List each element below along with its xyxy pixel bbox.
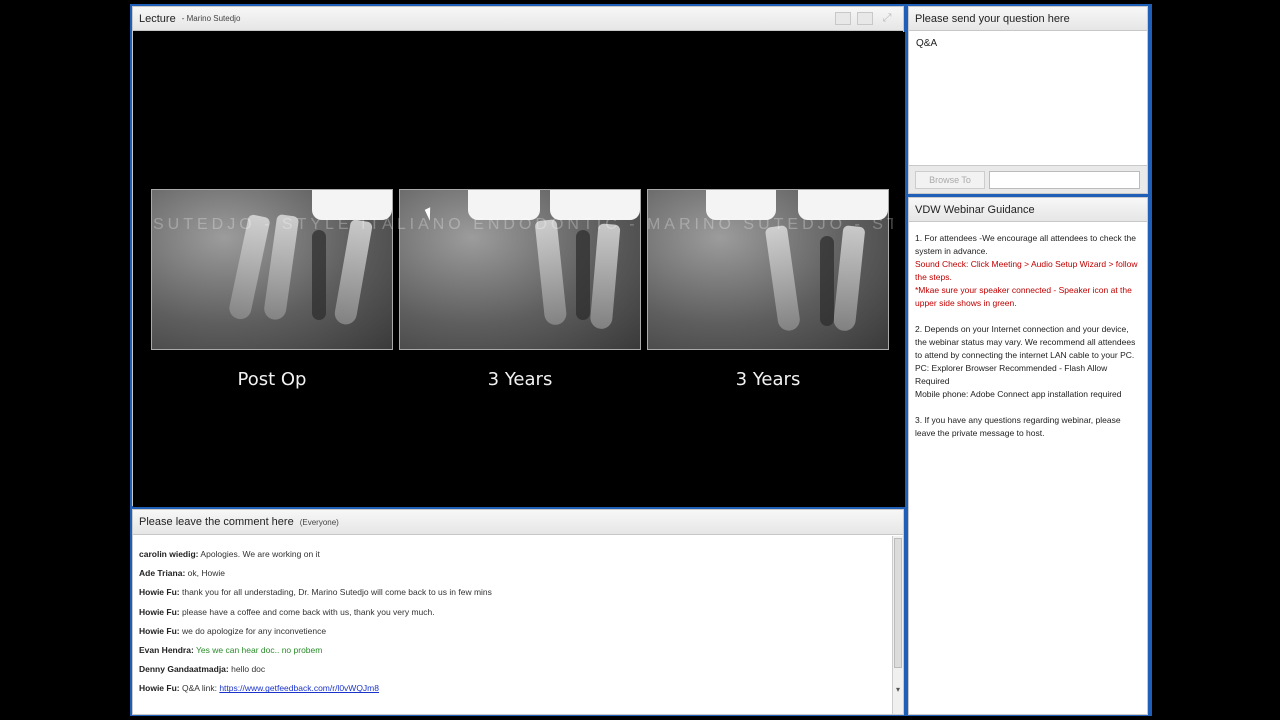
chat-message: Howie Fu: thank you for all understading… xyxy=(139,583,885,602)
xray-image-3-years-b xyxy=(647,189,889,350)
chat-text: Q&A link: xyxy=(181,683,217,694)
guidance-text: Mobile phone: Adobe Connect app installa… xyxy=(915,389,1122,399)
chat-text: hello doc xyxy=(231,664,266,675)
chat-message: Denny Gandaatmadja: hello doc xyxy=(139,660,885,679)
chat-text: we do apologize for any inconvetience xyxy=(181,625,327,636)
xray-image-3-years-a xyxy=(399,189,641,350)
scroll-down-icon[interactable]: ▾ xyxy=(893,685,903,694)
lecture-header: Lecture - Marino Sutedjo ⤢ xyxy=(133,7,903,31)
slide-caption-2: 3 Years xyxy=(487,369,553,390)
guidance-text: 2. Depends on your Internet connection a… xyxy=(915,324,1136,360)
chat-author: Ade Triana: xyxy=(139,568,186,579)
guidance-warning: Sound Check: Click Meeting > Audio Setup… xyxy=(915,259,1138,282)
xray-image-post-op xyxy=(151,189,393,350)
slide-caption-3: 3 Years xyxy=(735,369,801,390)
lecture-title: Lecture xyxy=(139,12,176,25)
lecture-pod: Lecture - Marino Sutedjo ⤢ SUTEDJO - STY… xyxy=(132,6,905,507)
presenter-name: - Marino Sutedjo xyxy=(181,14,241,23)
chat-message: Ade Triana: ok, Howie xyxy=(139,564,885,583)
chat-message: Howie Fu: Q&A link: https://www.getfeedb… xyxy=(139,679,885,698)
chat-author: Howie Fu: xyxy=(139,625,180,636)
chat-scrollbar[interactable]: ▾ xyxy=(892,536,903,714)
chat-author: Howie Fu: xyxy=(139,587,180,598)
guidance-text: PC: Explorer Browser Recommended - Flash… xyxy=(915,363,1108,386)
chat-text: ok, Howie xyxy=(187,568,225,579)
share-stage: SUTEDJO - STYLE ITALIANO ENDODONTIC - MA… xyxy=(133,32,905,507)
chat-author: Howie Fu: xyxy=(139,683,180,694)
guidance-title: VDW Webinar Guidance xyxy=(915,203,1035,216)
guidance-header: VDW Webinar Guidance xyxy=(909,198,1147,222)
chat-pod: Please leave the comment here (Everyone)… xyxy=(132,509,904,715)
chat-message: Howie Fu: please have a coffee and come … xyxy=(139,603,885,622)
chat-audience: (Everyone) xyxy=(299,517,339,527)
guidance-section-3: 3. If you have any questions regarding w… xyxy=(915,414,1141,440)
slide-watermark: SUTEDJO - STYLE ITALIANO ENDODONTIC - MA… xyxy=(153,216,893,233)
chat-author: Denny Gandaatmadja: xyxy=(139,664,229,675)
qa-header: Please send your question here xyxy=(909,7,1147,31)
chat-scroll-thumb[interactable] xyxy=(894,538,902,668)
guidance-pod: VDW Webinar Guidance 1. For attendees -W… xyxy=(908,197,1148,715)
qa-title: Please send your question here xyxy=(915,12,1070,25)
feedback-link[interactable]: https://www.getfeedback.com/r/l0vWQJm8 xyxy=(219,683,379,693)
browse-to-button[interactable]: Browse To xyxy=(915,170,985,189)
chat-text: Yes we can hear doc.. no probem xyxy=(196,645,323,656)
chat-message: Howie Fu: we do apologize for any inconv… xyxy=(139,622,885,641)
expand-icon[interactable]: ⤢ xyxy=(879,12,895,25)
guidance-text: 3. If you have any questions regarding w… xyxy=(915,415,1121,438)
fullscreen-icon[interactable] xyxy=(857,12,873,25)
layout-icon[interactable] xyxy=(835,12,851,25)
qa-footer: Browse To xyxy=(909,165,1147,193)
chat-author: carolin wiedig: xyxy=(139,549,199,559)
qa-content: Q&A xyxy=(916,38,938,49)
pod-window-controls: ⤢ xyxy=(835,12,895,25)
chat-message: carolin wiedig: Apologies. We are workin… xyxy=(139,545,885,564)
chat-author: Howie Fu: xyxy=(139,606,180,617)
app-frame: Lecture - Marino Sutedjo ⤢ SUTEDJO - STY… xyxy=(130,4,1152,716)
chat-text: thank you for all understading, Dr. Mari… xyxy=(181,587,492,598)
chat-text: please have a coffee and come back with … xyxy=(181,606,435,617)
chat-title: Please leave the comment here xyxy=(139,516,294,528)
chat-author: Evan Hendra: xyxy=(139,645,194,656)
guidance-text: 1. For attendees -We encourage all atten… xyxy=(915,233,1136,256)
guidance-section-1: 1. For attendees -We encourage all atten… xyxy=(915,232,1141,310)
guidance-warning: *Mkae sure your speaker connected - Spea… xyxy=(915,285,1132,308)
chat-messages: carolin wiedig: Apologies. We are workin… xyxy=(133,536,891,714)
qa-pod: Please send your question here Q&A Brows… xyxy=(908,6,1148,194)
chat-text: Apologies. We are working on it xyxy=(200,549,320,559)
browse-url-input[interactable] xyxy=(989,170,1140,189)
chat-header: Please leave the comment here (Everyone) xyxy=(133,510,903,535)
guidance-content: 1. For attendees -We encourage all atten… xyxy=(909,223,1147,462)
chat-message: Evan Hendra: Yes we can hear doc.. no pr… xyxy=(139,641,885,660)
guidance-section-2: 2. Depends on your Internet connection a… xyxy=(915,323,1141,401)
slide-caption-1: Post Op xyxy=(237,369,307,390)
